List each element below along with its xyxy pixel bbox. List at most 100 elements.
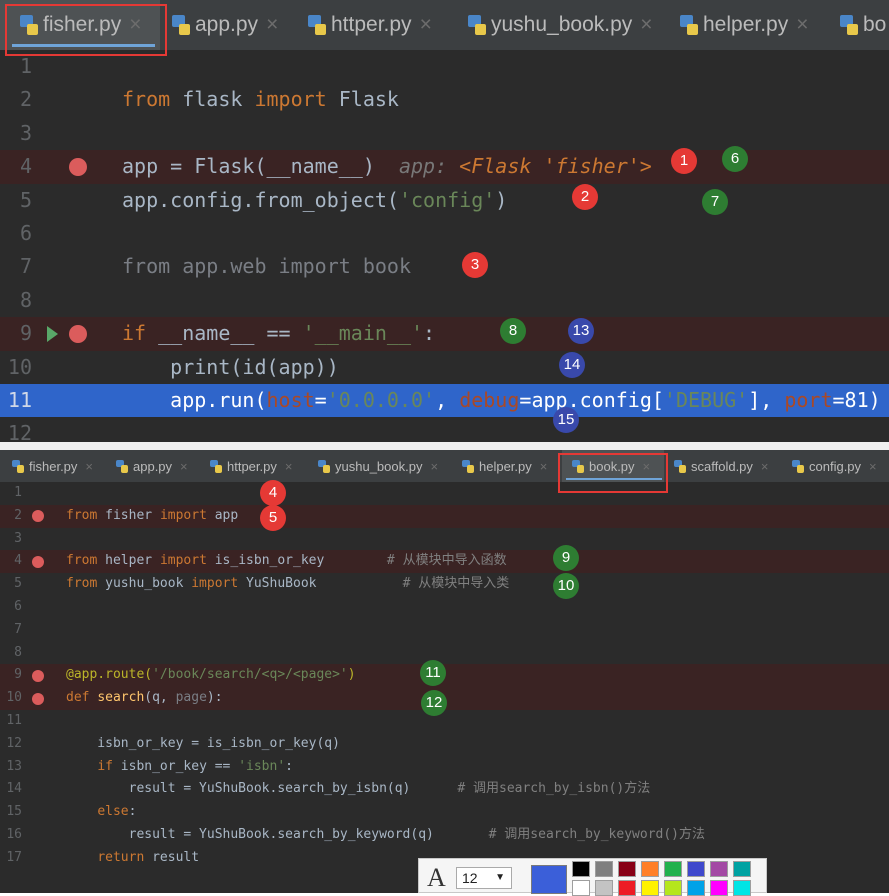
code-token: flask: [182, 87, 255, 112]
color-swatch[interactable]: [710, 880, 728, 896]
close-icon[interactable]: ×: [430, 459, 438, 474]
code-line[interactable]: 1: [0, 482, 889, 505]
tab-httper-py[interactable]: httper.py ×: [210, 450, 292, 482]
color-swatch[interactable]: [687, 880, 705, 896]
breakpoint-icon[interactable]: [32, 692, 44, 705]
python-file-icon: [172, 15, 191, 35]
color-swatch[interactable]: [641, 861, 659, 877]
color-swatch[interactable]: [733, 880, 751, 896]
color-swatch[interactable]: [618, 880, 636, 896]
code-token: <Flask 'fisher'>: [459, 154, 652, 179]
color-swatch[interactable]: [710, 861, 728, 877]
code-line[interactable]: 5 from yushu_book import YuShuBook # 从模块中…: [0, 573, 889, 596]
breakpoint-icon[interactable]: [69, 157, 87, 176]
breakpoint-icon[interactable]: [32, 669, 44, 682]
code-line[interactable]: 9 if __name__ == '__main__':: [0, 317, 889, 351]
breakpoint-icon[interactable]: [32, 555, 44, 568]
color-swatch[interactable]: [572, 880, 590, 896]
tab-helper-py[interactable]: helper.py ×: [462, 450, 547, 482]
code-line[interactable]: 4 app = Flask(__name__) app: <Flask 'fish…: [0, 150, 889, 184]
run-arrow-icon[interactable]: [47, 325, 58, 342]
code-line[interactable]: 12 isbn_or_key = is_isbn_or_key(q): [0, 733, 889, 756]
code-token: 'isbn': [238, 758, 286, 774]
color-swatch[interactable]: [664, 861, 682, 877]
close-icon[interactable]: ×: [796, 13, 808, 37]
tab-fisher-py[interactable]: fisher.py ×: [12, 450, 93, 482]
code-line[interactable]: 6: [0, 217, 889, 250]
code-token: host: [266, 388, 315, 412]
line-number: 8: [14, 644, 22, 660]
code-line[interactable]: 14 result = YuShuBook.search_by_isbn(q) …: [0, 778, 889, 801]
code-editor[interactable]: 1 2 from flask import Flask 3 4 app = Flask(_…: [0, 50, 889, 442]
color-swatch[interactable]: [595, 861, 613, 877]
breakpoint-icon[interactable]: [69, 324, 87, 343]
tab-config-py[interactable]: config.py ×: [792, 450, 877, 482]
close-icon[interactable]: ×: [285, 459, 293, 474]
close-icon[interactable]: ×: [640, 13, 652, 37]
code-line[interactable]: 3: [0, 117, 889, 150]
color-swatch[interactable]: [641, 880, 659, 896]
color-swatch[interactable]: [687, 861, 705, 877]
code-line[interactable]: 7 from app.web import book: [0, 250, 889, 283]
font-size-select[interactable]: 12 ▼: [456, 867, 512, 889]
python-file-icon: [468, 15, 487, 35]
code-token: import: [254, 87, 339, 112]
color-swatch[interactable]: [572, 861, 590, 877]
code-line[interactable]: 6: [0, 596, 889, 619]
tab-httper-py[interactable]: httper.py ×: [308, 0, 432, 50]
line-number: 11: [7, 388, 32, 412]
code-line[interactable]: 3: [0, 528, 889, 551]
code-line[interactable]: 1: [0, 50, 889, 83]
color-swatch[interactable]: [733, 861, 751, 877]
annotation-badge-14: 14: [559, 352, 585, 378]
tab-app-py[interactable]: app.py ×: [172, 0, 278, 50]
tab-book-py-partial[interactable]: bo: [840, 0, 886, 50]
color-palette-toolbar: A 12 ▼: [418, 858, 767, 896]
tab-yushu-book-py[interactable]: yushu_book.py ×: [468, 0, 653, 50]
code-line[interactable]: 2 from fisher import app: [0, 504, 889, 528]
color-swatch[interactable]: [618, 861, 636, 877]
code-line[interactable]: 5 app.config.from_object('config'): [0, 184, 889, 217]
annotation-badge-1: 1: [671, 148, 697, 174]
font-icon[interactable]: A: [427, 865, 446, 891]
code-line[interactable]: 11: [0, 710, 889, 733]
tab-yushu-book-py[interactable]: yushu_book.py ×: [318, 450, 438, 482]
code-token: ): [347, 667, 356, 683]
code-line[interactable]: 7: [0, 619, 889, 642]
tab-helper-py[interactable]: helper.py ×: [680, 0, 809, 50]
code-token: if: [97, 758, 121, 774]
code-line[interactable]: 2 from flask import Flask: [0, 83, 889, 116]
close-icon[interactable]: ×: [869, 459, 877, 474]
code-token: # 调用search_by_isbn()方法: [457, 781, 651, 797]
close-icon[interactable]: ×: [85, 459, 93, 474]
color-swatch[interactable]: [664, 880, 682, 896]
close-icon[interactable]: ×: [540, 459, 548, 474]
tab-label: yushu_book.py: [335, 458, 423, 474]
tab-label: fisher.py: [29, 458, 78, 474]
code-line[interactable]: 16 result = YuShuBook.search_by_keyword(…: [0, 824, 889, 847]
code-editor[interactable]: 1 2 from fisher import app 3 4 from helper im…: [0, 482, 889, 893]
code-token: =: [314, 388, 327, 412]
code-line[interactable]: 12: [0, 417, 889, 442]
code-line[interactable]: 8: [0, 284, 889, 317]
close-icon[interactable]: ×: [420, 13, 432, 37]
tab-app-py[interactable]: app.py ×: [116, 450, 188, 482]
color-swatch[interactable]: [595, 880, 613, 896]
code-line[interactable]: 4 from helper import is_isbn_or_key # 从模块…: [0, 550, 889, 574]
code-line[interactable]: 11 app.run(host='0.0.0.0', debug=app.con…: [0, 384, 889, 418]
code-token: print(id(app)): [122, 354, 339, 379]
selected-color-swatch[interactable]: [531, 865, 567, 894]
python-file-icon: [318, 459, 330, 473]
code-line[interactable]: 10 print(id(app)): [0, 351, 889, 384]
close-icon[interactable]: ×: [266, 13, 278, 37]
code-line[interactable]: 15 else:: [0, 801, 889, 824]
tab-label: yushu_book.py: [491, 13, 633, 36]
close-icon[interactable]: ×: [761, 459, 769, 474]
code-line[interactable]: 8: [0, 642, 889, 665]
breakpoint-icon[interactable]: [32, 510, 44, 523]
code-token: debug: [459, 388, 520, 412]
tab-scaffold-py[interactable]: scaffold.py ×: [674, 450, 769, 482]
close-icon[interactable]: ×: [180, 459, 188, 474]
code-line[interactable]: 13 if isbn_or_key == 'isbn':: [0, 756, 889, 779]
line-number: 2: [19, 87, 32, 112]
